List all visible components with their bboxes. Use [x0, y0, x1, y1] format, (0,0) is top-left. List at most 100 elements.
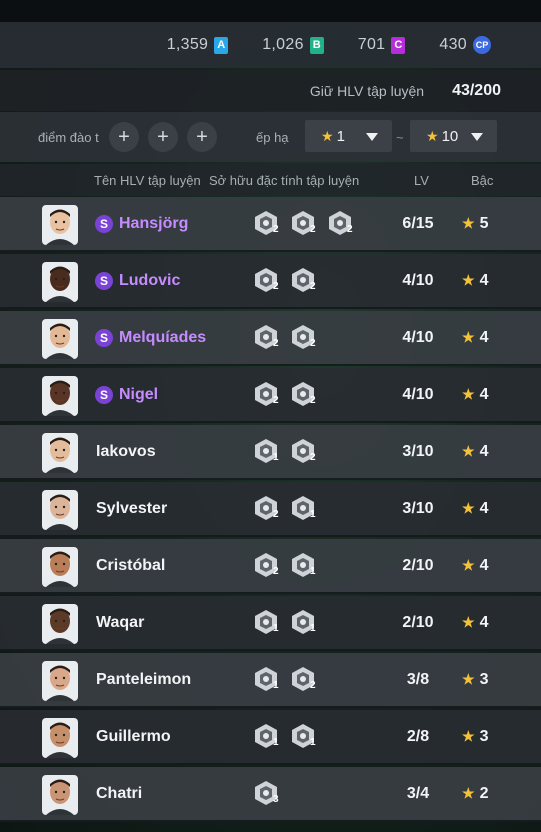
- target-icon[interactable]: 2: [291, 381, 325, 411]
- coach-rank: ★ 4: [462, 329, 488, 347]
- rank-filter-label: ếp hạ: [256, 130, 289, 145]
- range-separator: ~: [396, 130, 404, 145]
- whistle-icon[interactable]: 1: [254, 609, 288, 639]
- table-row[interactable]: Chatri 3 3/4 ★ 2: [0, 767, 541, 822]
- avatar: [42, 319, 78, 359]
- table-row[interactable]: Waqar 1 1 2/10 ★ 4: [0, 596, 541, 651]
- currency-b-value: 1,026: [262, 36, 304, 53]
- table-row[interactable]: Iakovos 1 2 3/10 ★ 4: [0, 425, 541, 480]
- coach-rank-value: 4: [479, 386, 489, 403]
- wing-icon[interactable]: 2: [254, 210, 288, 240]
- coach-lv: 2/10: [402, 614, 434, 631]
- coach-rank-value: 4: [479, 500, 489, 517]
- ball-icon[interactable]: 2: [328, 210, 362, 240]
- trait-list: 22: [254, 324, 328, 354]
- wall-icon[interactable]: 2: [291, 267, 325, 297]
- star-icon: ★: [462, 443, 475, 459]
- tackle-icon[interactable]: 3: [254, 780, 288, 810]
- wing-icon[interactable]: 2: [254, 381, 288, 411]
- ball-icon[interactable]: 2: [291, 666, 325, 696]
- trait-level: 2: [273, 566, 279, 577]
- star-icon: ★: [462, 671, 475, 687]
- currency-b: 1,026 B: [262, 36, 324, 54]
- avatar: [42, 775, 78, 815]
- coach-name: Iakovos: [96, 443, 156, 460]
- trait-level: 1: [310, 566, 316, 577]
- coach-rank-value: 3: [479, 671, 489, 688]
- coach-name: Melquíades: [119, 329, 207, 346]
- coach-rank: ★ 4: [462, 443, 488, 461]
- filter-bar: điểm đào t + + + ếp hạ ★ 1 ~ ★ 10: [0, 112, 541, 162]
- points-filter-label: điểm đào t: [38, 130, 99, 145]
- scissors-icon[interactable]: 1: [291, 495, 325, 525]
- add-point-filter-button-2[interactable]: +: [148, 122, 178, 152]
- star-icon: ★: [462, 557, 475, 573]
- trait-level: 2: [310, 680, 316, 691]
- ball-icon[interactable]: 2: [254, 267, 288, 297]
- kick-icon[interactable]: 2: [291, 438, 325, 468]
- goal-icon[interactable]: 2: [254, 552, 288, 582]
- special-badge-icon: S: [95, 215, 113, 233]
- trait-list: 12: [254, 438, 328, 468]
- trait-list: 2 2 2: [254, 210, 365, 240]
- coach-name: Ludovic: [119, 272, 181, 289]
- wing-icon[interactable]: 2: [254, 324, 288, 354]
- chevron-down-icon: [366, 133, 378, 141]
- table-header: Tên HLV tập luyện Sở hữu đặc tính tập lu…: [0, 164, 541, 196]
- rank-max-dropdown[interactable]: ★ 10: [410, 120, 497, 152]
- avatar: [42, 547, 78, 587]
- coach-name: Nigel: [119, 386, 159, 403]
- kick-icon[interactable]: 1: [291, 723, 325, 753]
- coach-rank-value: 4: [479, 557, 489, 574]
- trait-list: 11: [254, 723, 328, 753]
- head-icon[interactable]: 1: [254, 723, 288, 753]
- coach-name: Chatri: [96, 785, 143, 802]
- table-row[interactable]: Panteleimon 1 2 3/8 ★ 3: [0, 653, 541, 708]
- coach-lv: 3/10: [402, 443, 434, 460]
- star-icon: ★: [462, 215, 475, 231]
- coach-lv: 4/10: [402, 329, 434, 346]
- rank-min-dropdown[interactable]: ★ 1: [305, 120, 392, 152]
- trait-list: 21: [254, 495, 328, 525]
- kick-icon[interactable]: 2: [291, 324, 325, 354]
- shield-icon[interactable]: 2: [254, 495, 288, 525]
- trait-level: 1: [310, 623, 316, 634]
- table-row[interactable]: S Ludovic 2 2 4/10 ★ 4: [0, 254, 541, 309]
- column-header-traits: Sở hữu đặc tính tập luyện: [209, 173, 360, 188]
- star-icon: ★: [462, 386, 475, 402]
- currency-c: 701 C: [358, 36, 406, 54]
- coach-rank-value: 4: [479, 329, 489, 346]
- table-row[interactable]: Sylvester 2 1 3/10 ★ 4: [0, 482, 541, 537]
- trait-level: 1: [310, 509, 316, 520]
- trait-level: 2: [310, 224, 316, 235]
- hand-icon[interactable]: 1: [291, 552, 325, 582]
- trait-list: 22: [254, 381, 328, 411]
- trait-level: 1: [273, 680, 279, 691]
- special-badge-icon: S: [95, 329, 113, 347]
- table-row[interactable]: S Nigel 2 2 4/10 ★ 4: [0, 368, 541, 423]
- coach-name: Cristóbal: [96, 557, 166, 574]
- column-header-lv[interactable]: LV: [414, 173, 429, 188]
- tackle-icon[interactable]: 1: [254, 666, 288, 696]
- add-point-filter-button-3[interactable]: +: [187, 122, 217, 152]
- star-icon: ★: [462, 500, 475, 516]
- rank-min-value: 1: [336, 127, 345, 145]
- whistle-icon[interactable]: 1: [291, 609, 325, 639]
- table-row[interactable]: S Hansjörg 2 2 2 6/15 ★ 5: [0, 197, 541, 252]
- currency-cp: 430 CP: [439, 36, 491, 54]
- add-point-filter-button-1[interactable]: +: [109, 122, 139, 152]
- coach-rank-value: 4: [479, 272, 489, 289]
- column-header-rank[interactable]: Bậc: [471, 173, 493, 188]
- table-row[interactable]: S Melquíades 2 2 4/10 ★ 4: [0, 311, 541, 366]
- avatar: [42, 604, 78, 644]
- star-icon: ★: [462, 272, 475, 288]
- trait-level: 2: [273, 338, 279, 349]
- column-header-name[interactable]: Tên HLV tập luyện: [94, 173, 201, 188]
- table-row[interactable]: Cristóbal 2 1 2/10 ★ 4: [0, 539, 541, 594]
- swirl-icon[interactable]: 2: [291, 210, 325, 240]
- trait-level: 3: [273, 794, 279, 805]
- tackle-icon[interactable]: 1: [254, 438, 288, 468]
- hold-bar: Giữ HLV tập luyện 43/200: [0, 70, 541, 111]
- table-row[interactable]: Guillermo 1 1 2/8 ★ 3: [0, 710, 541, 765]
- currency-a-value: 1,359: [166, 36, 209, 53]
